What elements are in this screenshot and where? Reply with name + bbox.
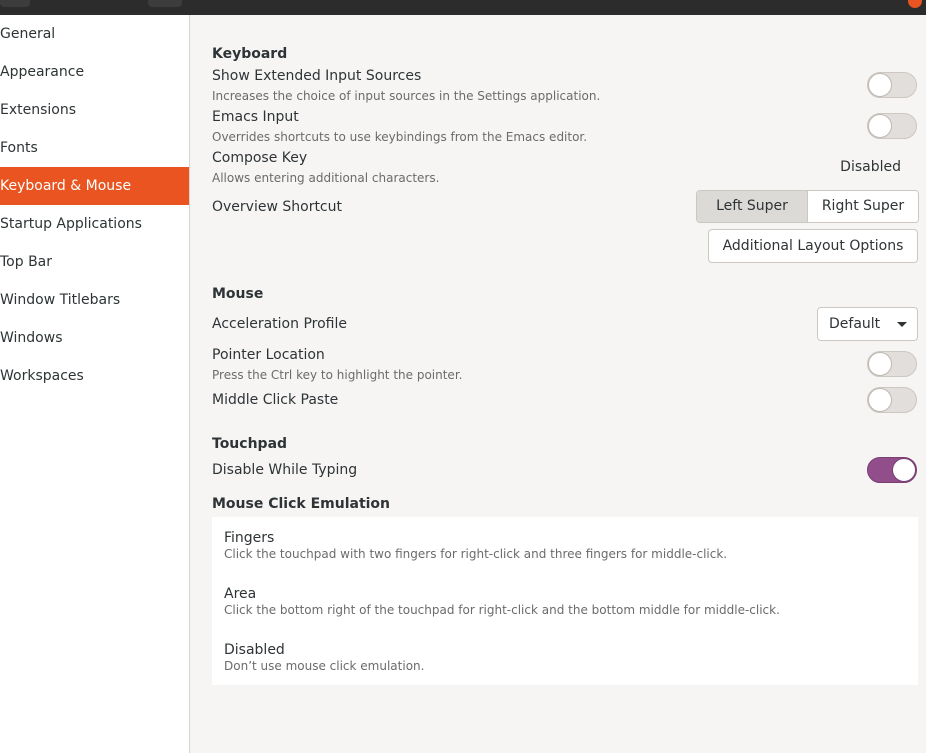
emacs-input-switch[interactable] bbox=[867, 113, 917, 139]
list-item[interactable]: Fingers Click the touchpad with two fing… bbox=[224, 530, 727, 561]
overview-shortcut-title: Overview Shortcut bbox=[212, 199, 342, 215]
emacs-input-subtitle: Overrides shortcuts to use keybindings f… bbox=[212, 130, 588, 144]
compose-key-subtitle: Allows entering additional characters. bbox=[212, 171, 440, 185]
list-item[interactable]: Area Click the bottom right of the touch… bbox=[224, 586, 780, 617]
pointer-location-subtitle: Press the Ctrl key to highlight the poin… bbox=[212, 368, 463, 382]
right-super-button[interactable]: Right Super bbox=[808, 191, 918, 222]
click-emulation-fingers-title: Fingers bbox=[224, 530, 275, 546]
window-titlebar bbox=[0, 0, 926, 15]
settings-panel: Keyboard Show Extended Input Sources Inc… bbox=[190, 15, 926, 753]
sidebar-item-extensions[interactable]: Extensions bbox=[0, 91, 189, 129]
sidebar-item-window-titlebars[interactable]: Window Titlebars bbox=[0, 281, 189, 319]
disable-while-typing-switch[interactable] bbox=[867, 457, 917, 483]
extended-sources-title: Show Extended Input Sources bbox=[212, 68, 422, 84]
switch-knob bbox=[868, 114, 892, 138]
click-emulation-fingers-subtitle: Click the touchpad with two fingers for … bbox=[224, 547, 728, 561]
compose-key-value[interactable]: Disabled bbox=[840, 159, 901, 175]
emacs-input-title: Emacs Input bbox=[212, 109, 299, 125]
sidebar: General Appearance Extensions Fonts Keyb… bbox=[0, 15, 190, 753]
left-super-button[interactable]: Left Super bbox=[697, 191, 808, 222]
sidebar-item-top-bar[interactable]: Top Bar bbox=[0, 243, 189, 281]
acceleration-profile-title: Acceleration Profile bbox=[212, 316, 347, 332]
sidebar-item-windows[interactable]: Windows bbox=[0, 319, 189, 357]
pointer-location-title: Pointer Location bbox=[212, 347, 325, 363]
acceleration-profile-dropdown[interactable]: Default bbox=[817, 307, 918, 341]
list-item[interactable]: Disabled Don’t use mouse click emulation… bbox=[224, 642, 424, 673]
acceleration-profile-value: Default bbox=[829, 316, 881, 332]
sidebar-item-fonts[interactable]: Fonts bbox=[0, 129, 189, 167]
extended-sources-subtitle: Increases the choice of input sources in… bbox=[212, 89, 601, 103]
mouse-section-title: Mouse bbox=[212, 286, 264, 302]
pointer-location-switch[interactable] bbox=[867, 351, 917, 377]
overview-shortcut-selector: Left Super Right Super bbox=[696, 190, 919, 223]
switch-knob bbox=[868, 352, 892, 376]
chevron-down-icon bbox=[897, 322, 907, 327]
compose-key-title: Compose Key bbox=[212, 150, 308, 166]
switch-knob bbox=[868, 388, 892, 412]
click-emulation-area-subtitle: Click the bottom right of the touchpad f… bbox=[224, 603, 780, 617]
keyboard-section-title: Keyboard bbox=[212, 46, 288, 62]
switch-knob bbox=[868, 73, 892, 97]
click-emulation-section-title: Mouse Click Emulation bbox=[212, 496, 391, 512]
sidebar-item-workspaces[interactable]: Workspaces bbox=[0, 357, 189, 395]
switch-knob bbox=[892, 458, 916, 482]
touchpad-section-title: Touchpad bbox=[212, 436, 288, 452]
close-icon[interactable] bbox=[908, 0, 922, 8]
disable-while-typing-title: Disable While Typing bbox=[212, 462, 358, 478]
middle-click-paste-switch[interactable] bbox=[867, 387, 917, 413]
titlebar-menu-button[interactable] bbox=[148, 0, 182, 7]
sidebar-item-startup-applications[interactable]: Startup Applications bbox=[0, 205, 189, 243]
sidebar-item-general[interactable]: General bbox=[0, 15, 189, 53]
additional-layout-options-button[interactable]: Additional Layout Options bbox=[708, 229, 918, 263]
click-emulation-disabled-title: Disabled bbox=[224, 642, 285, 658]
click-emulation-list: Fingers Click the touchpad with two fing… bbox=[212, 517, 918, 685]
extended-sources-switch[interactable] bbox=[867, 72, 917, 98]
middle-click-paste-title: Middle Click Paste bbox=[212, 392, 339, 408]
click-emulation-disabled-subtitle: Don’t use mouse click emulation. bbox=[224, 659, 425, 673]
sidebar-item-appearance[interactable]: Appearance bbox=[0, 53, 189, 91]
titlebar-back-button[interactable] bbox=[0, 0, 30, 7]
click-emulation-area-title: Area bbox=[224, 586, 257, 602]
sidebar-item-keyboard-mouse[interactable]: Keyboard & Mouse bbox=[0, 167, 189, 205]
